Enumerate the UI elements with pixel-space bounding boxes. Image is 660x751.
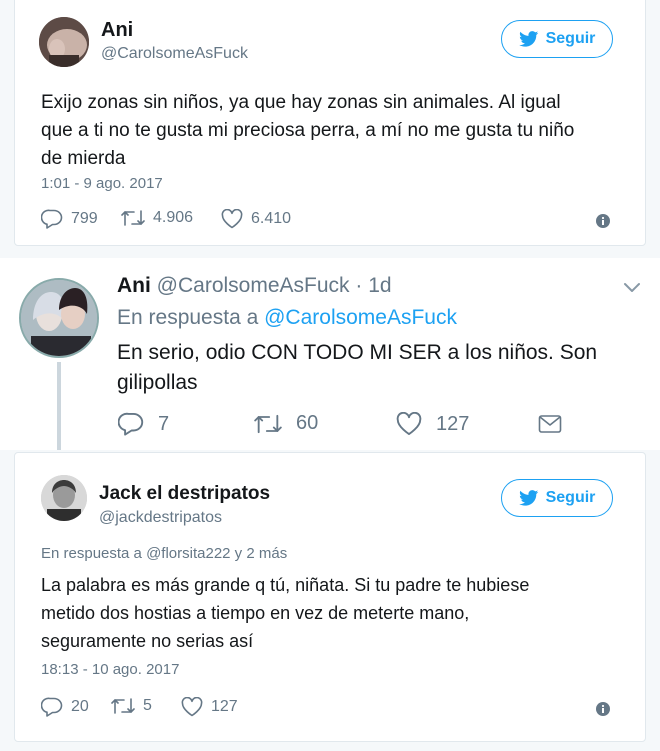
thread-connector-line — [57, 362, 61, 450]
like-count: 127 — [436, 412, 470, 435]
follow-button[interactable]: Seguir — [501, 479, 613, 517]
tweet-text-line: En serio, odio CON TODO MI SER a los niñ… — [117, 341, 598, 364]
like-button[interactable]: 6.410 — [221, 209, 291, 229]
reply-icon — [41, 209, 63, 229]
retweet-count: 4.906 — [153, 209, 194, 226]
tweet-card-2: Ani @CarolsomeAsFuck · 1d En respuesta a… — [0, 258, 660, 450]
username[interactable]: @jackdestripatos — [99, 509, 222, 527]
tweet-text-line: Exijo zonas sin niños, ya que hay zonas … — [41, 92, 561, 113]
display-name[interactable]: Jack el destripatos — [99, 483, 270, 505]
twitter-bird-icon — [518, 490, 538, 506]
tweet-header: Ani @CarolsomeAsFuck · 1d — [117, 274, 392, 298]
tweet-text-line: gilipollas — [117, 371, 198, 394]
retweet-count: 60 — [296, 412, 319, 434]
reply-count: 799 — [71, 210, 98, 227]
avatar[interactable] — [19, 278, 99, 358]
reply-context: En respuesta a @florsita222 y 2 más — [41, 545, 287, 562]
info-icon[interactable] — [596, 702, 610, 716]
tweet-text: Exijo zonas sin niños, ya que hay zonas … — [41, 89, 574, 173]
reply-icon — [118, 412, 144, 436]
tweet-card-1: Ani @CarolsomeAsFuck Seguir Exijo zonas … — [14, 0, 646, 246]
reply-count: 20 — [71, 698, 89, 715]
reply-context: En respuesta a @CarolsomeAsFuck — [117, 306, 457, 330]
like-button[interactable]: 127 — [181, 697, 238, 717]
tweet-text: La palabra es más grande q tú, niñata. S… — [41, 571, 529, 655]
username-time[interactable]: @CarolsomeAsFuck · 1d — [157, 274, 392, 297]
reply-icon — [41, 697, 63, 717]
avatar[interactable] — [41, 475, 87, 521]
heart-icon — [396, 412, 422, 435]
retweet-icon — [254, 414, 282, 433]
retweet-button[interactable]: 4.906 — [121, 209, 193, 227]
reply-button[interactable]: 7 — [118, 412, 169, 436]
chevron-down-icon[interactable] — [623, 282, 641, 294]
reply-prefix: En respuesta a — [117, 306, 259, 329]
tweet-text-line: La palabra es más grande q tú, niñata. S… — [41, 575, 530, 595]
reply-count: 7 — [158, 412, 170, 435]
info-icon[interactable] — [596, 214, 610, 228]
retweet-icon — [121, 210, 145, 226]
display-name[interactable]: Ani — [101, 19, 133, 42]
reply-mention-link[interactable]: @florsita222 y 2 más — [146, 545, 287, 562]
tweet-text-line: que a ti no te gusta mi preciosa perra, … — [41, 120, 575, 141]
follow-label: Seguir — [545, 489, 596, 506]
heart-icon — [181, 697, 203, 717]
like-button[interactable]: 127 — [396, 412, 469, 436]
reply-mention-link[interactable]: @CarolsomeAsFuck — [264, 306, 457, 329]
tweet-text: En serio, odio CON TODO MI SER a los niñ… — [117, 338, 597, 398]
twitter-bird-icon — [518, 31, 538, 47]
heart-icon — [221, 209, 243, 229]
display-name[interactable]: Ani — [117, 274, 151, 297]
username[interactable]: @CarolsomeAsFuck — [101, 45, 248, 63]
retweet-icon — [111, 698, 135, 714]
reply-button[interactable]: 799 — [41, 209, 98, 229]
follow-label: Seguir — [545, 30, 596, 47]
tweet-text-line: seguramente no serias así — [41, 631, 254, 651]
retweet-count: 5 — [143, 697, 152, 714]
tweet-card-3: Jack el destripatos @jackdestripatos Seg… — [14, 452, 646, 742]
retweet-button[interactable]: 5 — [111, 697, 152, 715]
follow-button[interactable]: Seguir — [501, 20, 613, 58]
timestamp[interactable]: 1:01 - 9 ago. 2017 — [41, 175, 163, 192]
avatar[interactable] — [39, 17, 89, 67]
reply-prefix: En respuesta a — [41, 545, 142, 562]
envelope-icon[interactable] — [538, 414, 562, 434]
reply-button[interactable]: 20 — [41, 697, 89, 717]
tweet-text-line: metido dos hostias a tiempo en vez de me… — [41, 603, 470, 623]
like-count: 6.410 — [251, 210, 292, 227]
like-count: 127 — [211, 698, 238, 715]
retweet-button[interactable]: 60 — [254, 412, 318, 435]
tweet-text-line: de mierda — [41, 148, 126, 169]
timestamp[interactable]: 18:13 - 10 ago. 2017 — [41, 661, 179, 678]
